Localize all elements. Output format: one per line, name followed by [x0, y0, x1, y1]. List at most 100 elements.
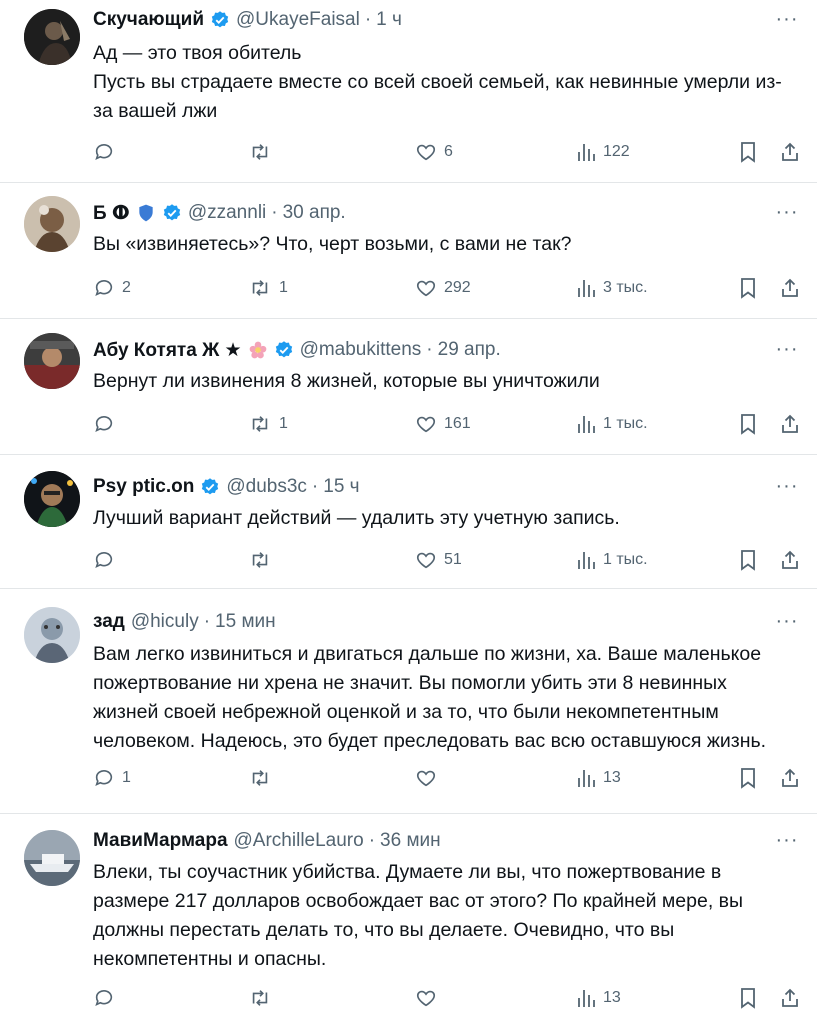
views-button[interactable]: 3 тыс. [576, 274, 648, 302]
more-options-icon[interactable]: ··· [775, 830, 799, 855]
share-button[interactable] [779, 138, 801, 166]
like-button[interactable]: 292 [415, 274, 471, 302]
user-name[interactable]: Скучающий [93, 9, 204, 31]
tweet[interactable]: Скучающий @UkayeFaisal · 1 ч ··· Ад — эт… [0, 0, 817, 183]
timestamp[interactable]: 1 ч [376, 9, 402, 31]
user-name[interactable]: Psy ptic.on [93, 476, 194, 498]
avatar[interactable] [24, 196, 80, 252]
like-button[interactable] [415, 984, 444, 1012]
bookmark-button[interactable] [738, 546, 758, 574]
retweet-button[interactable] [248, 984, 279, 1012]
avatar[interactable] [24, 471, 80, 527]
timestamp[interactable]: 15 мин [215, 611, 276, 633]
tweet-header: зад @hiculy · 15 мин [93, 609, 769, 635]
user-name[interactable]: Абу Котята Ж ★ [93, 339, 242, 362]
share-button[interactable] [779, 764, 801, 792]
reply-icon [95, 415, 113, 432]
tweet-text-line: некомпетентны и опасны. [93, 948, 327, 970]
bookmark-icon [741, 278, 755, 299]
reply-button[interactable] [93, 984, 122, 1012]
more-options-icon[interactable]: ··· [775, 202, 799, 227]
views-bar-icon [578, 416, 595, 433]
like-button[interactable]: 6 [415, 138, 453, 166]
bookmark-button[interactable] [738, 274, 758, 302]
like-button[interactable] [415, 764, 444, 792]
reply-button[interactable] [93, 410, 122, 438]
avatar[interactable] [24, 333, 80, 389]
tweet-actions: 1 161 1 тыс. [93, 410, 798, 438]
like-count: 161 [444, 415, 471, 432]
retweet-button[interactable]: 1 [248, 410, 288, 438]
like-button[interactable]: 51 [415, 546, 462, 574]
share-button[interactable] [779, 410, 801, 438]
bookmark-button[interactable] [738, 410, 758, 438]
bookmark-icon [741, 988, 755, 1009]
bookmark-button[interactable] [738, 984, 758, 1012]
user-handle[interactable]: @mabukittens [300, 339, 422, 361]
share-button[interactable] [779, 984, 801, 1012]
user-handle[interactable]: @zzannli [188, 202, 266, 224]
views-button[interactable]: 122 [576, 138, 630, 166]
more-options-icon[interactable]: ··· [775, 611, 799, 636]
user-handle[interactable]: @ArchilleLauro [234, 830, 364, 852]
user-handle[interactable]: @UkayeFaisal [236, 9, 360, 31]
user-name[interactable]: Б ⵀ [93, 202, 130, 225]
retweet-button[interactable] [248, 764, 279, 792]
tweet-text-line: Влеки, ты соучастник убийства. Думаете л… [93, 861, 722, 883]
share-button[interactable] [779, 546, 801, 574]
tweet-actions: 2 1 292 3 тыс. [93, 274, 798, 302]
views-bar-icon [578, 280, 595, 297]
separator-dot: · [368, 830, 376, 851]
reply-button[interactable]: 1 [93, 764, 131, 792]
views-bar-icon [578, 770, 595, 787]
views-button[interactable]: 1 тыс. [576, 546, 648, 574]
bookmark-icon [741, 768, 755, 789]
more-options-icon[interactable]: ··· [775, 476, 799, 501]
user-handle[interactable]: @hiculy [131, 611, 199, 633]
tweet[interactable]: Б ⵀ @zzannli · 30 апр. ··· Вы «извиняете… [0, 183, 817, 319]
share-button[interactable] [779, 274, 801, 302]
tweet-text: Вы «извиняетесь»? Что, черт возьми, с ва… [93, 230, 791, 259]
tweet[interactable]: МавиМармара @ArchilleLauro · 36 мин ··· … [0, 814, 817, 1022]
like-button[interactable]: 161 [415, 410, 471, 438]
retweet-button[interactable]: 1 [248, 274, 288, 302]
reply-button[interactable]: 2 [93, 274, 131, 302]
retweet-icon [252, 416, 268, 432]
avatar[interactable] [24, 607, 80, 663]
tweet[interactable]: Абу Котята Ж ★ @mabukittens · 29 апр. ··… [0, 319, 817, 455]
bookmark-button[interactable] [738, 764, 758, 792]
heart-icon [416, 280, 436, 297]
bookmark-icon [741, 550, 755, 571]
more-options-icon[interactable]: ··· [775, 9, 799, 34]
tweet[interactable]: зад @hiculy · 15 мин ··· Вам легко извин… [0, 589, 817, 814]
avatar[interactable] [24, 9, 80, 65]
tweet[interactable]: Psy ptic.on @dubs3c · 15 ч ··· Лучший ва… [0, 455, 817, 589]
reply-button[interactable] [93, 138, 122, 166]
views-button[interactable]: 13 [576, 984, 621, 1012]
retweet-button[interactable] [248, 138, 279, 166]
reply-icon [95, 143, 113, 160]
tweet-text-line: Вам легко извиниться и двигаться дальше … [93, 643, 762, 665]
avatar[interactable] [24, 830, 80, 886]
views-button[interactable]: 13 [576, 764, 621, 792]
bookmark-icon [741, 142, 755, 163]
bookmark-button[interactable] [738, 138, 758, 166]
user-name[interactable]: МавиМармара [93, 830, 228, 852]
user-name[interactable]: зад [93, 611, 125, 633]
timestamp[interactable]: 29 апр. [438, 339, 501, 361]
tweet-text-line: за вашей лжи [93, 100, 218, 122]
more-options-icon[interactable]: ··· [775, 339, 799, 364]
timestamp[interactable]: 30 апр. [283, 202, 346, 224]
reply-button[interactable] [93, 546, 122, 574]
tweet-text: Влеки, ты соучастник убийства. Думаете л… [93, 858, 791, 974]
timestamp[interactable]: 36 мин [380, 830, 441, 852]
timestamp[interactable]: 15 ч [323, 476, 359, 498]
heart-icon [416, 416, 436, 433]
views-button[interactable]: 1 тыс. [576, 410, 648, 438]
share-icon [782, 142, 798, 161]
user-handle[interactable]: @dubs3c [226, 476, 307, 498]
retweet-icon [252, 990, 268, 1006]
retweet-button[interactable] [248, 546, 279, 574]
share-icon [782, 278, 798, 297]
reply-feed: Скучающий @UkayeFaisal · 1 ч ··· Ад — эт… [0, 0, 817, 1022]
